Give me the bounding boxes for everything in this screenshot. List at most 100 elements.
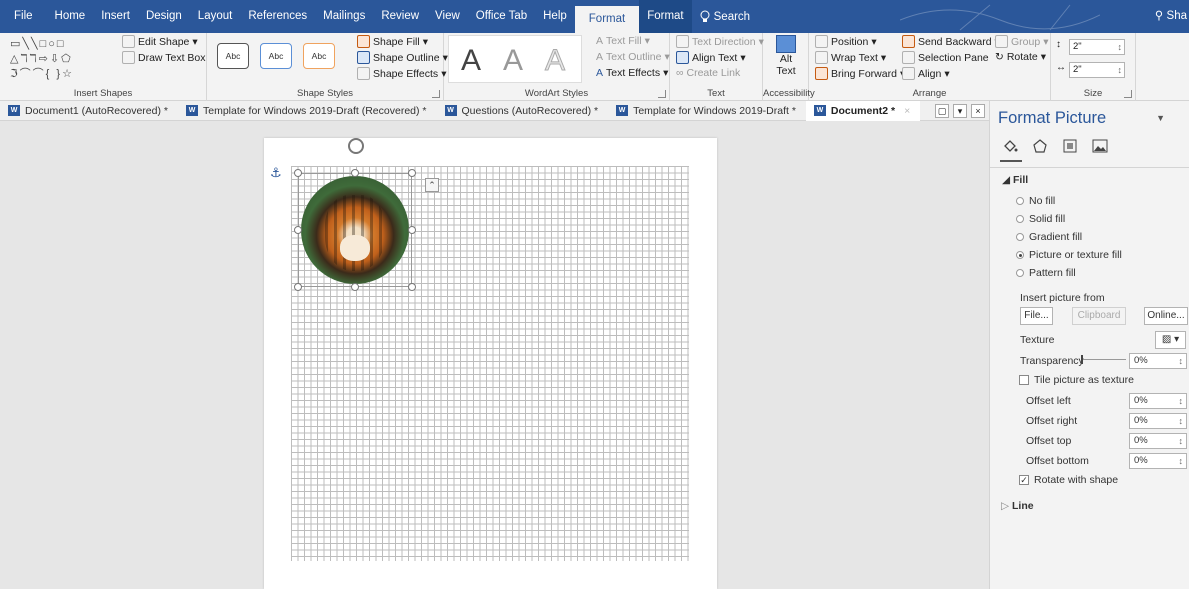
tab-references[interactable]: References <box>240 0 315 33</box>
create-link-button[interactable]: ∞ Create Link <box>676 67 740 79</box>
wrap-text-button[interactable]: Wrap Text ▾ <box>815 51 886 64</box>
resize-handle-tl[interactable] <box>294 169 302 177</box>
shape-fill-button[interactable]: Shape Fill ▾ <box>357 35 428 48</box>
send-backward-button[interactable]: Send Backward▾ <box>902 35 1000 48</box>
tab-help[interactable]: Help <box>535 0 575 33</box>
chevron-down-icon[interactable]: ▼ <box>1156 113 1165 123</box>
transparency-input[interactable]: 0% <box>1129 353 1187 369</box>
rotate-with-shape-checkbox[interactable]: ✓ Rotate with shape <box>1019 474 1118 486</box>
offset-right-input[interactable]: 0% <box>1129 413 1187 429</box>
rotate-button[interactable]: ↻ Rotate ▾ <box>995 51 1046 63</box>
online-button[interactable]: Online... <box>1144 307 1188 325</box>
search-box[interactable]: Search <box>692 10 758 23</box>
doc-tab-questions[interactable]: W Questions (AutoRecovered) * <box>437 101 609 121</box>
tab-design[interactable]: Design <box>138 0 190 33</box>
fill-line-icon[interactable] <box>1002 138 1018 154</box>
document-canvas[interactable]: ⚓ ⌃ <box>0 122 989 589</box>
text-fill-label: Text Fill <box>606 35 642 47</box>
texture-dropdown[interactable]: ▨ ▾ <box>1155 331 1186 349</box>
shapes-gallery[interactable]: ▭╲╲□○□ △ℸℸ⇨⇩⬠ ℑ⌒⌒{ }☆ <box>10 37 115 83</box>
doc-tab-document2[interactable]: W Document2 * × <box>805 100 921 121</box>
align-text-button[interactable]: Align Text ▾ <box>676 51 746 64</box>
text-effects-button[interactable]: A Text Effects ▾ <box>596 67 668 79</box>
radio-picture-fill[interactable]: Picture or texture fill <box>1016 249 1122 261</box>
tab-review[interactable]: Review <box>373 0 427 33</box>
shape-outline-button[interactable]: Shape Outline ▾ <box>357 51 448 64</box>
text-effects-icon: A <box>596 67 604 79</box>
dialog-launcher-icon[interactable] <box>658 90 666 98</box>
shape-effects-button[interactable]: Shape Effects ▾ <box>357 67 446 80</box>
tab-insert[interactable]: Insert <box>93 0 138 33</box>
draw-text-box-button[interactable]: Draw Text Box <box>122 51 206 64</box>
offset-top-input[interactable]: 0% <box>1129 433 1187 449</box>
dialog-launcher-icon[interactable] <box>1124 90 1132 98</box>
resize-handle-t[interactable] <box>351 169 359 177</box>
shape-style-2[interactable]: Abc <box>260 43 292 69</box>
transparency-slider[interactable] <box>1081 355 1126 364</box>
tab-format-picture[interactable]: Format <box>639 0 692 33</box>
chevron-down-icon[interactable]: ▾ <box>953 104 967 118</box>
alt-text-label-1: Alt <box>779 53 793 65</box>
selection-pane-button[interactable]: Selection Pane <box>902 51 989 64</box>
radio-pattern-fill[interactable]: Pattern fill <box>1016 267 1076 279</box>
position-button[interactable]: Position ▾ <box>815 35 877 48</box>
edit-shape-button[interactable]: Edit Shape ▾ <box>122 35 198 48</box>
effects-pentagon-icon[interactable] <box>1032 138 1048 154</box>
wordart-style-2[interactable]: A <box>503 44 523 78</box>
resize-handle-b[interactable] <box>351 283 359 291</box>
tab-layout[interactable]: Layout <box>190 0 241 33</box>
align-button[interactable]: Align ▾ <box>902 67 950 80</box>
shape-style-3[interactable]: Abc <box>303 43 335 69</box>
new-document-icon[interactable]: ▢ <box>935 104 949 118</box>
text-box-icon <box>122 51 135 64</box>
tiger-picture-circle[interactable] <box>301 176 409 284</box>
height-input[interactable]: 2" <box>1069 39 1125 55</box>
dialog-launcher-icon[interactable] <box>432 90 440 98</box>
width-input[interactable]: 2" <box>1069 62 1125 78</box>
rotate-icon: ↻ <box>995 51 1004 63</box>
file-button[interactable]: File... <box>1020 307 1053 325</box>
tab-mailings[interactable]: Mailings <box>315 0 373 33</box>
share-button[interactable]: ⚲ Sha <box>1155 0 1189 33</box>
resize-handle-br[interactable] <box>408 283 416 291</box>
close-icon[interactable]: × <box>904 105 910 117</box>
text-outline-button[interactable]: A Text Outline ▾ <box>596 51 670 63</box>
doc-tab-document1[interactable]: W Document1 (AutoRecovered) * <box>0 101 178 121</box>
radio-solid-fill[interactable]: Solid fill <box>1016 213 1065 225</box>
tab-view[interactable]: View <box>427 0 468 33</box>
offset-bottom-input[interactable]: 0% <box>1129 453 1187 469</box>
clipboard-button[interactable]: Clipboard <box>1072 307 1126 325</box>
doc-tab-template-draft[interactable]: W Template for Windows 2019-Draft * <box>608 101 806 121</box>
tab-file[interactable]: File <box>0 0 47 33</box>
resize-handle-r[interactable] <box>408 226 416 234</box>
shape-style-1[interactable]: Abc <box>217 43 249 69</box>
doc-tab-template-recovered[interactable]: W Template for Windows 2019-Draft (Recove… <box>178 101 437 121</box>
tab-office-tab[interactable]: Office Tab <box>468 0 535 33</box>
wordart-style-3[interactable]: A <box>544 44 565 78</box>
alt-text-button[interactable]: Alt Text <box>769 35 803 77</box>
wordart-gallery[interactable]: A A A <box>448 35 582 83</box>
bring-forward-button[interactable]: Bring Forward▾ <box>815 67 905 80</box>
group-button[interactable]: Group ▾ <box>995 35 1048 48</box>
text-fill-button[interactable]: A Text Fill ▾ <box>596 35 650 47</box>
tab-format-drawing[interactable]: Format <box>574 6 640 33</box>
layout-options-icon[interactable]: ⌃ <box>425 178 439 192</box>
resize-handle-l[interactable] <box>294 226 302 234</box>
tile-texture-checkbox[interactable]: Tile picture as texture <box>1019 374 1134 386</box>
radio-gradient-fill[interactable]: Gradient fill <box>1016 231 1082 243</box>
resize-handle-bl[interactable] <box>294 283 302 291</box>
offset-left-input[interactable]: 0% <box>1129 393 1187 409</box>
wordart-style-1[interactable]: A <box>461 44 481 78</box>
anchor-icon[interactable]: ⚓ <box>270 165 282 181</box>
text-direction-button[interactable]: Text Direction ▾ <box>676 35 764 48</box>
rotation-handle-icon[interactable] <box>348 138 364 154</box>
radio-no-fill[interactable]: No fill <box>1016 195 1055 207</box>
close-icon[interactable]: × <box>971 104 985 118</box>
fill-section-header[interactable]: ◢ Fill <box>1002 174 1028 186</box>
resize-handle-tr[interactable] <box>408 169 416 177</box>
size-properties-icon[interactable] <box>1062 138 1078 154</box>
tab-home[interactable]: Home <box>47 0 94 33</box>
document-page[interactable]: ⚓ ⌃ <box>264 138 717 589</box>
line-section-header[interactable]: ▷ Line <box>1001 500 1034 512</box>
picture-icon[interactable] <box>1092 138 1108 154</box>
